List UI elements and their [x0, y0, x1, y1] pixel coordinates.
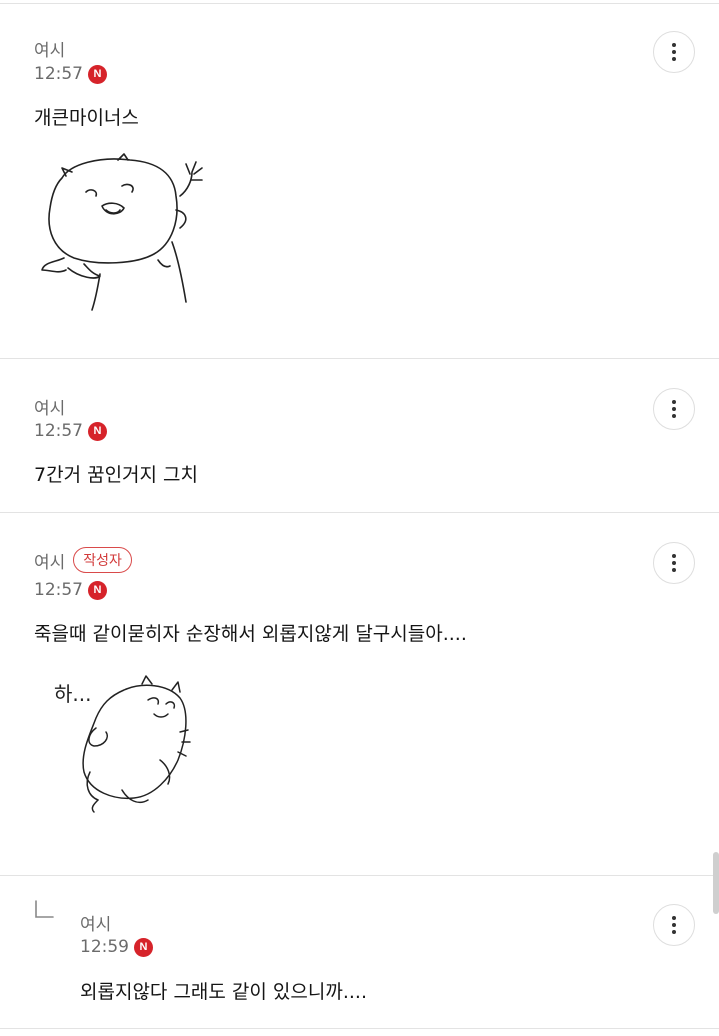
writer-badge: 작성자 [73, 547, 132, 573]
divider [0, 1028, 719, 1029]
comment-more-button[interactable] [653, 542, 695, 584]
comment-time: 12:57 [34, 64, 83, 84]
divider [0, 3, 719, 4]
comment-time-row: 12:57 N [34, 64, 107, 84]
comment-author-row: 여시 [80, 910, 111, 935]
comment-time-row: 12:59 N [80, 937, 153, 957]
new-badge: N [88, 421, 107, 441]
divider [0, 512, 719, 513]
comment-time: 12:59 [80, 937, 129, 957]
new-badge: N [88, 580, 107, 600]
sticker-caption: 하... [54, 682, 92, 706]
comment-text: 개큰마이너스 [34, 107, 139, 129]
comment-author[interactable]: 여시 [34, 36, 65, 61]
comment-author[interactable]: 여시 [80, 910, 111, 935]
comment-more-button[interactable] [653, 31, 695, 73]
divider [0, 358, 719, 359]
more-vertical-icon [672, 43, 676, 61]
comment-author-row: 여시 [34, 36, 65, 61]
comment-more-button[interactable] [653, 904, 695, 946]
more-vertical-icon [672, 400, 676, 418]
comment-text: 죽을때 같이묻히자 순장해서 외롭지않게 달구시들아.... [34, 623, 467, 645]
comment-time-row: 12:57 N [34, 421, 107, 441]
reply-arrow-icon [34, 900, 54, 924]
comment-text: 7간거 꿈인거지 그치 [34, 464, 199, 486]
comment-author[interactable]: 여시 [34, 548, 65, 573]
divider [0, 875, 719, 876]
new-badge: N [88, 64, 107, 84]
comment-text: 외롭지않다 그래도 같이 있으니까.... [80, 981, 367, 1003]
comment-time-row: 12:57 N [34, 580, 107, 600]
comment-more-button[interactable] [653, 388, 695, 430]
comment-author[interactable]: 여시 [34, 394, 65, 419]
new-badge: N [134, 937, 153, 957]
comment-time: 12:57 [34, 580, 83, 600]
hamster-lying-sticker: 하... [50, 672, 200, 822]
more-vertical-icon [672, 916, 676, 934]
hamster-waving-sticker [40, 150, 220, 315]
comment-author-row: 여시 작성자 [34, 547, 132, 573]
comment-author-row: 여시 [34, 394, 65, 419]
scrollbar-thumb[interactable] [713, 852, 719, 914]
more-vertical-icon [672, 554, 676, 572]
comment-time: 12:57 [34, 421, 83, 441]
